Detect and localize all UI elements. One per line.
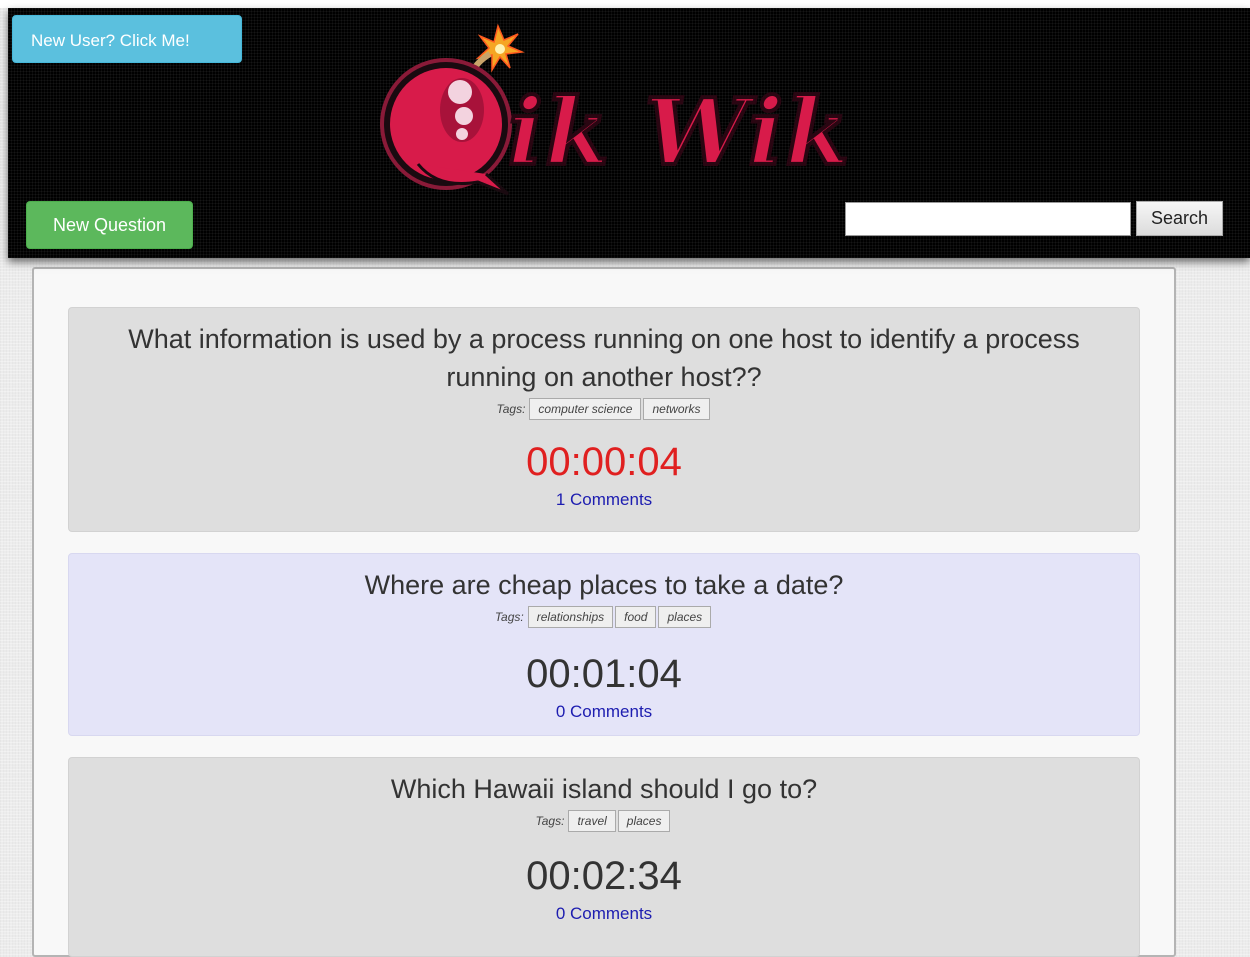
tags-row: Tags: computer science networks [69, 396, 1139, 422]
countdown-timer: 00:00:04 [526, 440, 682, 484]
tag[interactable]: relationships [527, 606, 614, 628]
svg-text:ik Wik: ik Wik [508, 78, 851, 186]
question-card: Where are cheap places to take a date? T… [68, 553, 1140, 736]
top-strip [0, 0, 1250, 8]
spark-icon [475, 23, 525, 73]
tag[interactable]: food [615, 606, 657, 628]
comments-link[interactable]: 0 Comments [556, 702, 652, 722]
question-card: Which Hawaii island should I go to? Tags… [68, 757, 1140, 957]
qikwik-logo[interactable]: ik Wik [358, 14, 878, 199]
question-title[interactable]: What information is used by a process ru… [114, 320, 1094, 396]
question-card: What information is used by a process ru… [68, 307, 1140, 532]
tags-label: Tags: [535, 814, 565, 828]
new-user-button[interactable]: New User? Click Me! [12, 15, 242, 63]
tag[interactable]: places [658, 606, 712, 628]
comments-link[interactable]: 1 Comments [556, 490, 652, 510]
search-button[interactable]: Search [1136, 201, 1223, 236]
comments-link[interactable]: 0 Comments [556, 904, 652, 924]
new-question-button[interactable]: New Question [26, 201, 193, 249]
tag[interactable]: networks [643, 398, 710, 420]
tags-row: Tags: relationships food places [69, 604, 1139, 630]
tags-row: Tags: travel places [69, 808, 1139, 834]
tag[interactable]: computer science [529, 398, 642, 420]
tags-label: Tags: [494, 610, 524, 624]
questions-panel: What information is used by a process ru… [32, 267, 1176, 957]
tags-label: Tags: [496, 402, 526, 416]
tag[interactable]: travel [568, 810, 616, 832]
question-title[interactable]: Which Hawaii island should I go to? [114, 770, 1094, 808]
site-header: New User? Click Me! ik Wik New Question … [8, 8, 1250, 258]
countdown-timer: 00:01:04 [526, 652, 682, 696]
bomb-icon [380, 58, 512, 196]
question-title[interactable]: Where are cheap places to take a date? [114, 566, 1094, 604]
tag[interactable]: places [617, 810, 671, 832]
search-input[interactable] [845, 202, 1131, 236]
countdown-timer: 00:02:34 [526, 854, 682, 898]
